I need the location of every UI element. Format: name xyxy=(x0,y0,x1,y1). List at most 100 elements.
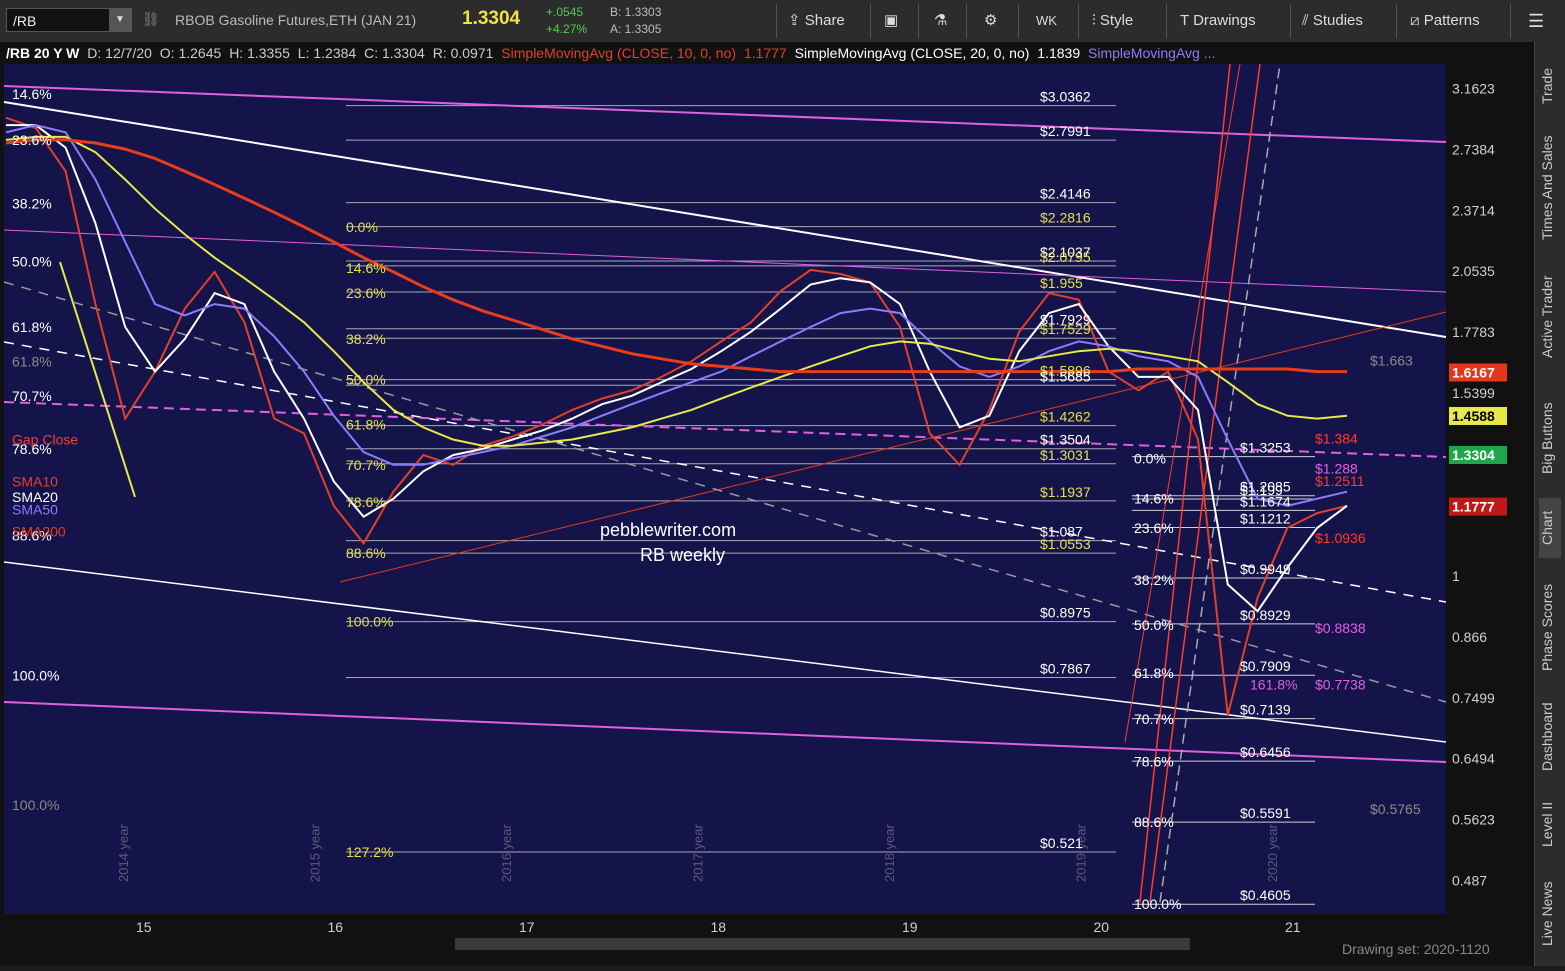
fib-label-left: 100.0% xyxy=(12,668,59,684)
tab-phase-scores[interactable]: Phase Scores xyxy=(1539,572,1561,682)
fib-price-mid: $0.521 xyxy=(1040,835,1083,851)
interval-button[interactable]: WK xyxy=(1036,8,1057,34)
link-icon[interactable]: ⛓ xyxy=(142,11,160,28)
drawing-set-label: Drawing set: 2020-1120 xyxy=(1342,941,1490,957)
fib-label-left: 23.6% xyxy=(12,132,52,148)
sma50-label[interactable]: SimpleMovingAvg ... xyxy=(1088,45,1215,61)
fib-label-left: 61.8% xyxy=(12,319,52,335)
studies-icon: ⫽ xyxy=(1302,12,1313,29)
gear-icon: ⚙ xyxy=(984,12,998,29)
share-button[interactable]: ⇪ Share xyxy=(788,8,845,34)
fib-price-right: $1.199 xyxy=(1240,482,1283,498)
y-tick-label: 1.5399 xyxy=(1452,385,1495,401)
fib-label-right: 14.6% xyxy=(1134,491,1174,507)
fib-price-right: $1.1212 xyxy=(1240,510,1291,526)
drawings-label: Drawings xyxy=(1193,12,1256,29)
share-label: Share xyxy=(804,12,845,29)
tab-times-and-sales[interactable]: Times And Sales xyxy=(1539,128,1561,248)
study-status-bar: /RB 20 Y W D: 12/7/20 O: 1.2645 H: 1.335… xyxy=(6,42,1219,64)
divider xyxy=(1396,4,1397,38)
fib-label-left: 61.8% xyxy=(12,353,52,369)
drawings-button[interactable]: T Drawings xyxy=(1180,8,1256,34)
annotation-label: $0.5765 xyxy=(1370,801,1421,817)
x-tick-label: 15 xyxy=(136,919,152,935)
chart-title: /RB 20 Y W xyxy=(6,45,80,61)
y-tick-label: 2.0535 xyxy=(1452,263,1495,279)
style-button[interactable]: ⫶ Style xyxy=(1092,8,1133,34)
y-tick-label: 2.7384 xyxy=(1452,141,1495,157)
drawing-icon: T xyxy=(1180,12,1194,29)
x-tick-label: 20 xyxy=(1094,919,1110,935)
y-tick-label: 1.7783 xyxy=(1452,324,1495,340)
snapshot-button[interactable]: ▣ xyxy=(884,8,898,34)
fib-price-right: $1.3253 xyxy=(1240,440,1291,456)
patterns-icon: ⧄ xyxy=(1410,12,1424,29)
fib-label-right: 38.2% xyxy=(1134,572,1174,588)
x-tick-label: 21 xyxy=(1285,919,1301,935)
fib-price-mid: $1.4262 xyxy=(1040,409,1091,425)
fib-price-mid: $1.3504 xyxy=(1040,432,1091,448)
last-price: 1.3304 xyxy=(462,8,521,29)
tab-active-trader[interactable]: Active Trader xyxy=(1539,262,1561,372)
fib-label-left: 14.6% xyxy=(12,86,52,102)
fib-label-mid: 78.6% xyxy=(346,494,386,510)
y-tick-label: 2.3714 xyxy=(1452,202,1495,218)
fib-label-right: 78.6% xyxy=(1134,754,1174,770)
price-marker: 1.4588 xyxy=(1452,408,1495,424)
year-label: 2019 year xyxy=(1074,824,1089,882)
patterns-button[interactable]: ⧄ Patterns xyxy=(1410,8,1480,34)
fib-price-mid: $2.7991 xyxy=(1040,123,1091,139)
fib-label-right: 0.0% xyxy=(1134,450,1166,466)
flask-button[interactable]: ⚗ xyxy=(934,8,947,34)
close-value: C: 1.3304 xyxy=(364,45,425,61)
tab-chart[interactable]: Chart xyxy=(1539,498,1561,558)
fib-label-right: 88.6% xyxy=(1134,814,1174,830)
studies-button[interactable]: ⫽ Studies xyxy=(1302,8,1363,34)
fib-price-mid: $0.7867 xyxy=(1040,660,1091,676)
price-axis-background xyxy=(1446,64,1535,914)
tab-live-news[interactable]: Live News xyxy=(1539,872,1561,956)
fib-price-mid: $2.2816 xyxy=(1040,210,1091,226)
year-label: 2015 year xyxy=(308,824,323,882)
camera-icon: ▣ xyxy=(884,12,899,29)
chevron-down-icon[interactable]: ▼ xyxy=(109,9,131,31)
price-chart[interactable]: 2014 year 2015 year 2016 year 2017 year 2018… xyxy=(0,42,1535,971)
fib-label-mid: 0.0% xyxy=(346,219,378,235)
symbol-text: /RB xyxy=(13,13,37,29)
price-marker: 1.1777 xyxy=(1452,499,1495,515)
fib-label-mid: 14.6% xyxy=(346,260,386,276)
fib-label-right: 70.7% xyxy=(1134,711,1174,727)
menu-button[interactable]: ☰ xyxy=(1528,8,1544,34)
annotation-label: SMA50 xyxy=(12,501,58,517)
scrollbar-thumb[interactable] xyxy=(455,938,1190,950)
symbol-input[interactable]: /RB ▼ xyxy=(6,8,132,32)
x-tick-label: 16 xyxy=(328,919,344,935)
chart-area[interactable]: 2014 year 2015 year 2016 year 2017 year 2018… xyxy=(0,42,1535,971)
fib-label-left: 38.2% xyxy=(12,195,52,211)
fib-price-mid: $1.955 xyxy=(1040,275,1083,291)
year-label: 2018 year xyxy=(882,824,897,882)
year-label: 2016 year xyxy=(499,824,514,882)
fib-label-mid: 38.2% xyxy=(346,331,386,347)
fib-label-left: 100.0% xyxy=(12,797,59,813)
fib-price-mid: $1.7529 xyxy=(1040,321,1091,337)
tab-level-ii[interactable]: Level II xyxy=(1539,790,1561,858)
sma20-label[interactable]: SimpleMovingAvg (CLOSE, 20, 0, no) xyxy=(795,45,1030,61)
fib-price-right: $0.5591 xyxy=(1240,805,1291,821)
fib-price-mid: $2.4146 xyxy=(1040,186,1091,202)
fib-label-right: 61.8% xyxy=(1134,665,1174,681)
y-tick-label: 0.6494 xyxy=(1452,751,1495,767)
annotation-label: $1.0936 xyxy=(1315,530,1366,546)
fib-price-right: $0.7139 xyxy=(1240,702,1291,718)
sma10-label[interactable]: SimpleMovingAvg (CLOSE, 10, 0, no) xyxy=(501,45,736,61)
y-tick-label: 0.7499 xyxy=(1452,690,1495,706)
settings-button[interactable]: ⚙ xyxy=(984,8,997,34)
x-tick-label: 18 xyxy=(711,919,727,935)
watermark-site: pebblewriter.com xyxy=(600,520,736,540)
annotation-label: 161.8% xyxy=(1250,676,1297,692)
divider xyxy=(1078,4,1079,38)
tab-dashboard[interactable]: Dashboard xyxy=(1539,692,1561,782)
studies-label: Studies xyxy=(1312,12,1363,29)
tab-big-buttons[interactable]: Big Buttons xyxy=(1539,388,1561,488)
tab-trade[interactable]: Trade xyxy=(1539,56,1561,116)
